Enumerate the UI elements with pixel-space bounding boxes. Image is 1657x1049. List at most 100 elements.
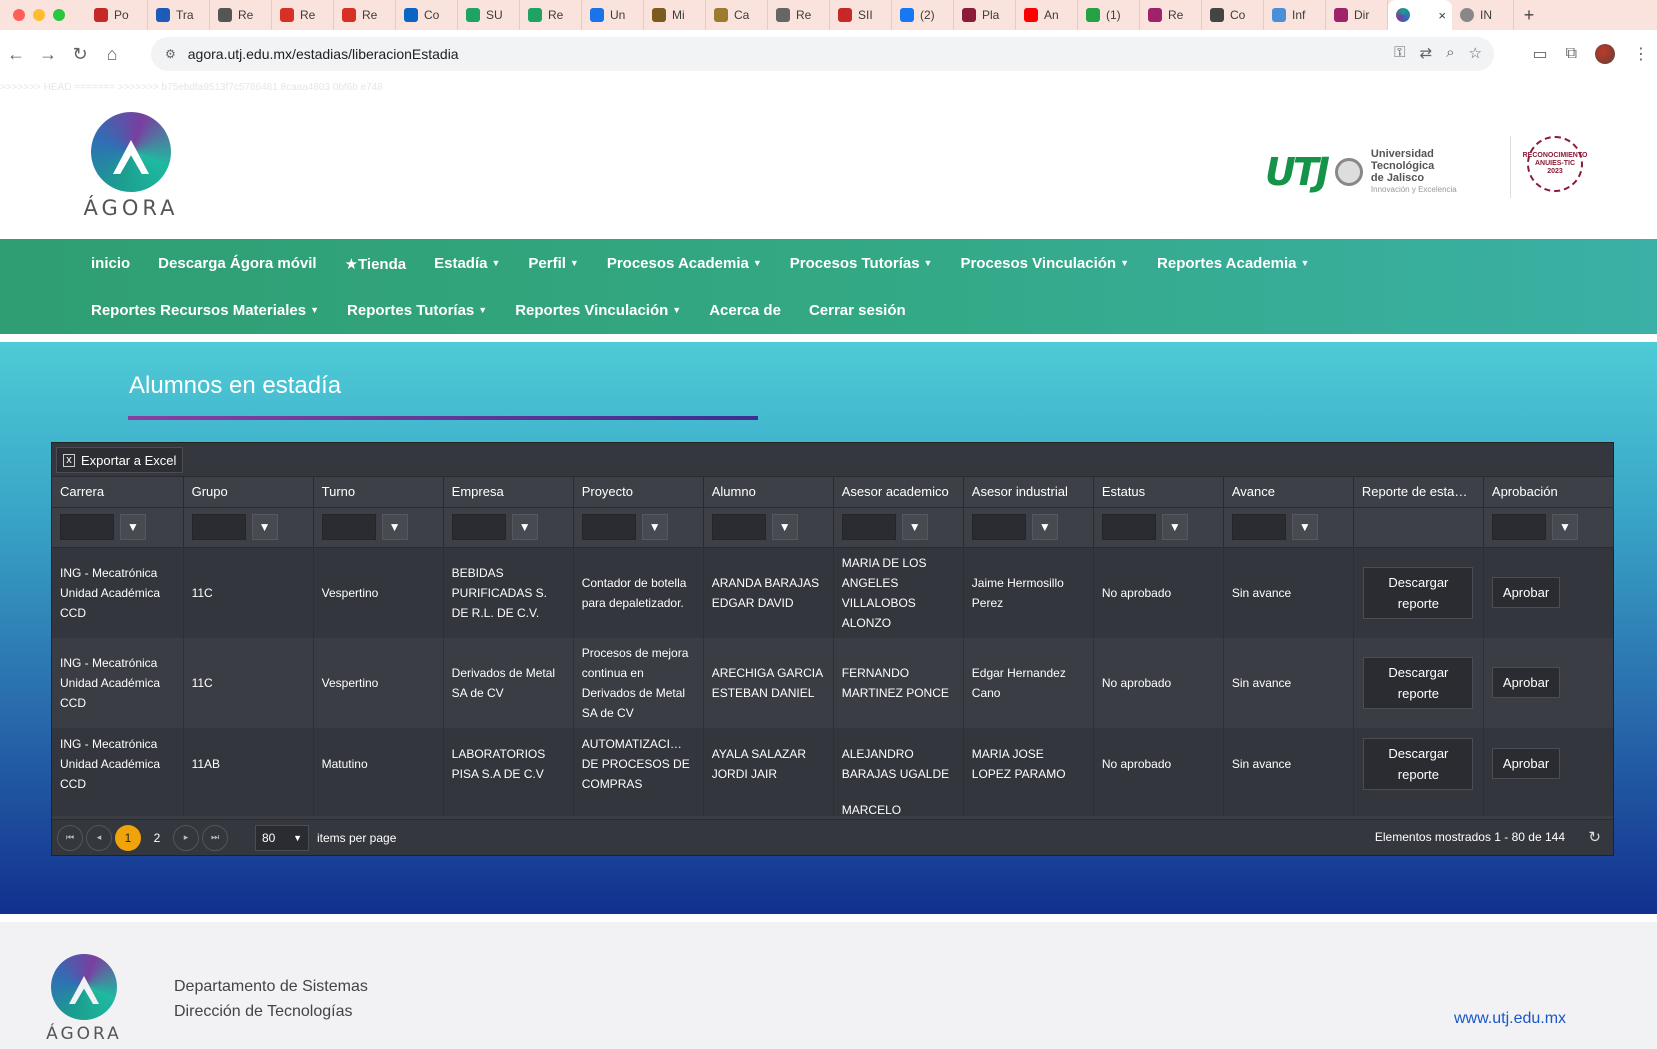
- browser-tab[interactable]: IN: [1452, 0, 1514, 30]
- close-window-button[interactable]: [13, 9, 25, 21]
- refresh-icon[interactable]: ↻: [1588, 828, 1601, 846]
- browser-tab[interactable]: SII: [830, 0, 892, 30]
- column-header[interactable]: Turno: [313, 477, 444, 508]
- column-filter-input[interactable]: [971, 514, 1026, 540]
- filter-icon[interactable]: ▼: [641, 514, 668, 540]
- prev-page-icon[interactable]: ◂: [86, 824, 112, 851]
- column-header[interactable]: Carrera: [52, 477, 184, 508]
- minimize-window-button[interactable]: [33, 9, 45, 21]
- nav-item[interactable]: ★Tienda: [345, 249, 407, 279]
- forward-icon[interactable]: →: [32, 44, 64, 65]
- next-page-icon[interactable]: ▸: [173, 824, 199, 851]
- nav-item[interactable]: Cerrar sesión: [809, 296, 906, 325]
- home-icon[interactable]: ⌂: [96, 44, 128, 65]
- column-header[interactable]: Estatus: [1093, 477, 1224, 508]
- column-header[interactable]: Alumno: [703, 477, 834, 508]
- close-tab-icon[interactable]: ×: [1438, 8, 1452, 23]
- export-excel-button[interactable]: x Exportar a Excel: [56, 447, 184, 473]
- browser-tab[interactable]: Re: [210, 0, 272, 30]
- browser-tab[interactable]: Re: [1140, 0, 1202, 30]
- nav-item[interactable]: Procesos Academia ▼: [607, 249, 762, 279]
- browser-tab[interactable]: Re: [334, 0, 396, 30]
- browser-tab[interactable]: Re: [520, 0, 582, 30]
- last-page-icon[interactable]: ⏭: [202, 824, 228, 851]
- site-info-icon[interactable]: ⚙: [165, 47, 176, 61]
- current-page-button[interactable]: 1: [115, 824, 141, 851]
- column-filter-input[interactable]: [841, 514, 896, 540]
- column-header[interactable]: Avance: [1223, 477, 1354, 508]
- browser-tab[interactable]: Inf: [1264, 0, 1326, 30]
- browser-tab-active[interactable]: ×: [1388, 0, 1452, 30]
- browser-tab[interactable]: Ca: [706, 0, 768, 30]
- nav-item[interactable]: Estadía ▼: [434, 249, 500, 279]
- column-filter-input[interactable]: [1231, 514, 1286, 540]
- column-header[interactable]: Empresa: [443, 477, 574, 508]
- browser-tab[interactable]: Dir: [1326, 0, 1388, 30]
- column-header[interactable]: Aprobación: [1483, 477, 1615, 508]
- filter-icon[interactable]: ▼: [901, 514, 928, 540]
- browser-tab[interactable]: Re: [272, 0, 334, 30]
- nav-item[interactable]: Reportes Tutorías ▼: [347, 296, 487, 325]
- profile-avatar[interactable]: [1595, 44, 1615, 64]
- nav-item[interactable]: Reportes Recursos Materiales ▼: [91, 296, 319, 325]
- column-filter-input[interactable]: [581, 514, 636, 540]
- browser-tab[interactable]: SU: [458, 0, 520, 30]
- column-header[interactable]: Asesor academico: [833, 477, 964, 508]
- browser-tab[interactable]: Re: [768, 0, 830, 30]
- filter-icon[interactable]: ▼: [251, 514, 278, 540]
- filter-icon[interactable]: ▼: [1291, 514, 1318, 540]
- column-filter-input[interactable]: [321, 514, 376, 540]
- column-filter-input[interactable]: [711, 514, 766, 540]
- browser-tab[interactable]: Mi: [644, 0, 706, 30]
- column-header[interactable]: Proyecto: [573, 477, 704, 508]
- filter-icon[interactable]: ▼: [511, 514, 538, 540]
- approve-button[interactable]: Aprobar: [1491, 577, 1561, 608]
- url-text[interactable]: agora.utj.edu.mx/estadias/liberacionEsta…: [188, 46, 459, 62]
- nav-item[interactable]: Acerca de: [709, 296, 781, 325]
- column-filter-input[interactable]: [1491, 514, 1546, 540]
- extensions-icon[interactable]: ⧉: [1566, 45, 1577, 63]
- browser-tab[interactable]: Tra: [148, 0, 210, 30]
- filter-icon[interactable]: ▼: [120, 514, 146, 540]
- nav-item[interactable]: inicio: [91, 249, 130, 279]
- menu-dots-icon[interactable]: ⋮: [1633, 44, 1649, 64]
- approve-button[interactable]: Aprobar: [1491, 667, 1561, 698]
- translate-icon[interactable]: ⇄: [1420, 44, 1433, 62]
- browser-tab[interactable]: Po: [86, 0, 148, 30]
- column-header[interactable]: Grupo: [183, 477, 314, 508]
- zoom-icon[interactable]: ⌕: [1446, 44, 1454, 62]
- reading-list-icon[interactable]: ▭: [1532, 44, 1547, 64]
- filter-icon[interactable]: ▼: [771, 514, 798, 540]
- column-filter-input[interactable]: [451, 514, 506, 540]
- download-report-button[interactable]: Descargar reporte: [1363, 656, 1474, 709]
- nav-item[interactable]: Descarga Ágora móvil: [158, 249, 316, 279]
- column-filter-input[interactable]: [60, 514, 114, 540]
- download-report-button[interactable]: Descargar reporte: [1363, 566, 1474, 619]
- new-tab-button[interactable]: +: [1514, 5, 1544, 26]
- nav-item[interactable]: Perfil ▼: [528, 249, 578, 279]
- column-filter-input[interactable]: [1101, 514, 1156, 540]
- page-size-select[interactable]: 80 ▼: [255, 824, 309, 851]
- address-bar[interactable]: ⚙ agora.utj.edu.mx/estadias/liberacionEs…: [151, 37, 1494, 71]
- column-header[interactable]: Reporte de esta…: [1353, 477, 1484, 508]
- browser-tab[interactable]: An: [1016, 0, 1078, 30]
- nav-item[interactable]: Reportes Academia ▼: [1157, 249, 1309, 279]
- filter-icon[interactable]: ▼: [381, 514, 408, 540]
- first-page-icon[interactable]: ⏮: [57, 824, 83, 851]
- table-body-scroll[interactable]: ING - Mecatrónica Unidad Académica CCD 11…: [52, 547, 1613, 816]
- browser-tab[interactable]: Pla: [954, 0, 1016, 30]
- browser-tab[interactable]: Co: [396, 0, 458, 30]
- agora-logo[interactable]: ÁGORA: [76, 112, 186, 220]
- password-key-icon[interactable]: ⚿: [1394, 44, 1405, 62]
- browser-tab[interactable]: Co: [1202, 0, 1264, 30]
- bookmark-star-icon[interactable]: ☆: [1469, 44, 1482, 62]
- download-report-button[interactable]: Descargar reporte: [1363, 737, 1474, 790]
- reload-icon[interactable]: ↻: [64, 44, 96, 65]
- filter-icon[interactable]: ▼: [1551, 514, 1578, 540]
- back-icon[interactable]: ←: [0, 44, 32, 65]
- browser-tab[interactable]: (1): [1078, 0, 1140, 30]
- footer-website-link[interactable]: www.utj.edu.mx: [1454, 1010, 1566, 1028]
- column-filter-input[interactable]: [191, 514, 246, 540]
- nav-item[interactable]: Procesos Vinculación ▼: [960, 249, 1129, 279]
- approve-button[interactable]: Aprobar: [1491, 748, 1561, 779]
